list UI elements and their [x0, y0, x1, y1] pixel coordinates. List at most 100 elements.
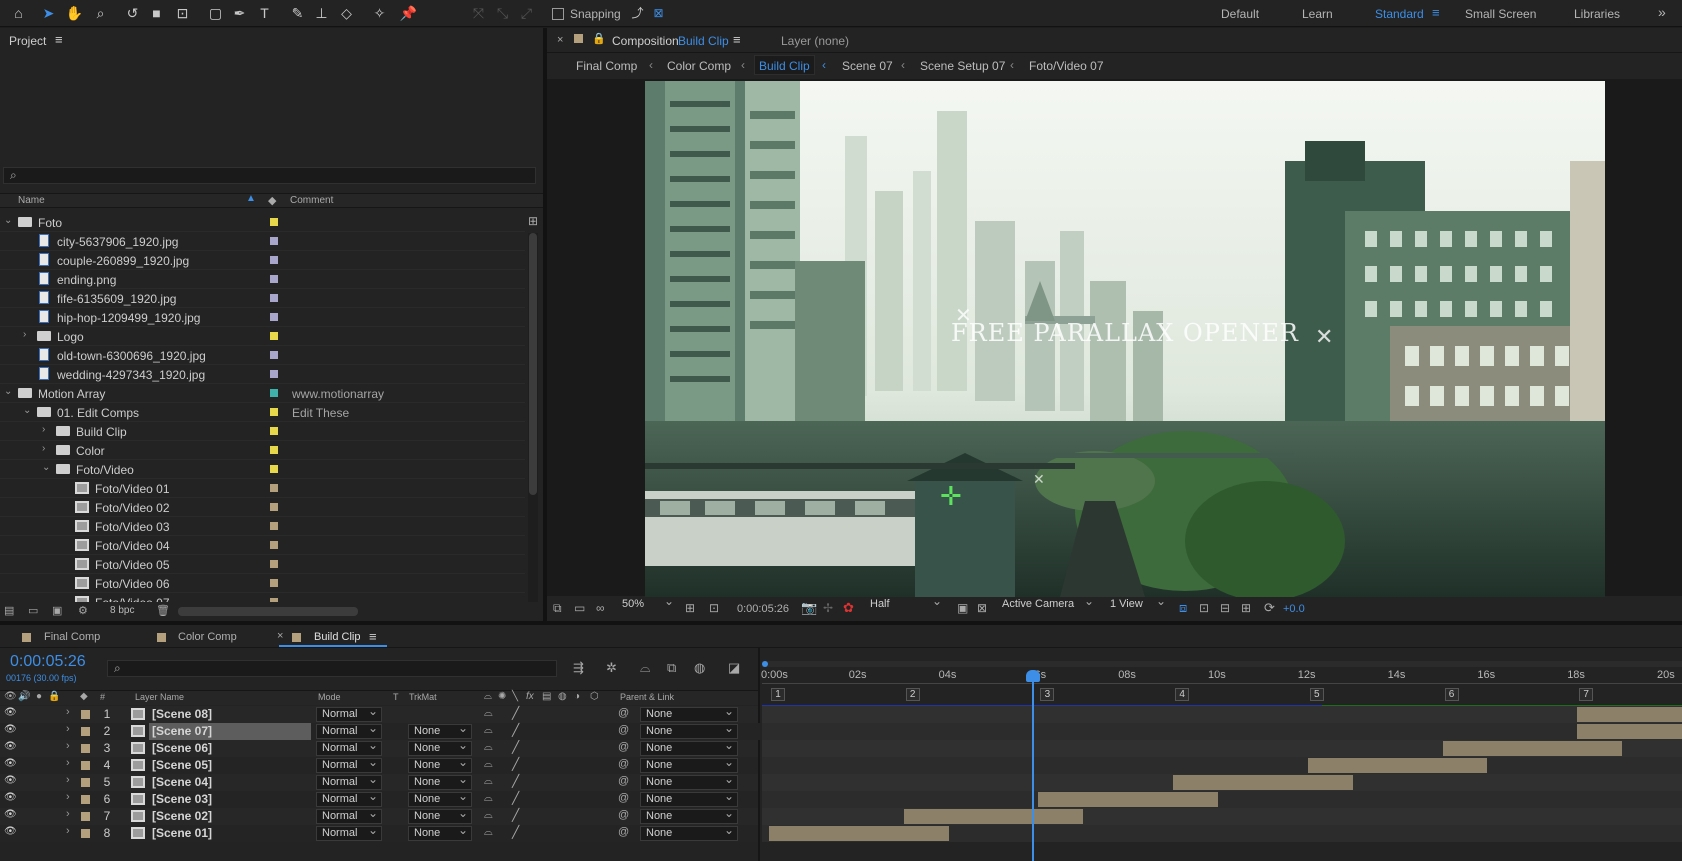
pick-whip-icon[interactable]: @ — [618, 707, 629, 719]
camera-tool-icon[interactable]: ■ — [146, 3, 167, 24]
anchor-point-icon[interactable]: ✛ — [940, 481, 962, 512]
exposure-value[interactable]: +0.0 — [1283, 603, 1305, 615]
comp-marker[interactable]: 2 — [905, 688, 920, 701]
track-matte-dropdown[interactable]: None — [408, 722, 472, 739]
layer-name[interactable]: [Scene 06] — [152, 741, 212, 755]
layer-row[interactable]: 👁 › 5 [Scene 04] Normal None ⌓ ╱ @ None — [0, 773, 760, 791]
layer-row[interactable]: 👁 › 6 [Scene 03] Normal None ⌓ ╱ @ None — [0, 790, 760, 808]
frame-blending-icon[interactable]: ⧉ — [667, 660, 676, 676]
twirl-triangle-icon[interactable]: › — [66, 723, 70, 735]
fit-frame-icon[interactable]: ⊞ — [685, 601, 695, 615]
workspace-learn[interactable]: Learn — [1302, 7, 1333, 21]
timeline-track-row[interactable] — [762, 757, 1682, 774]
pan-behind-tool-icon[interactable]: ⊡ — [172, 3, 193, 24]
project-folder-row[interactable]: › Color — [0, 441, 525, 460]
workspace-small-screen[interactable]: Small Screen — [1465, 7, 1536, 21]
layer-tab[interactable]: Layer (none) — [781, 34, 849, 48]
comp-marker[interactable]: 7 — [1579, 688, 1594, 701]
trkmat-header[interactable]: TrkMat — [409, 692, 437, 702]
graph-editor-icon[interactable]: ◪ — [728, 660, 740, 676]
more-workspaces-icon[interactable]: » — [1658, 4, 1666, 20]
toggle-transparency-icon[interactable]: ▣ — [957, 601, 968, 615]
comp-marker[interactable]: 6 — [1444, 688, 1459, 701]
selection-tool-icon[interactable]: ➤ — [38, 3, 59, 24]
eye-icon[interactable]: 👁 — [4, 792, 17, 803]
label-color-swatch[interactable] — [270, 332, 278, 340]
playhead-handle[interactable] — [1025, 670, 1040, 682]
project-item-row[interactable]: city-5637906_1920.jpg — [0, 232, 525, 251]
reset-exposure-icon[interactable]: ⟳ — [1264, 600, 1275, 616]
breadcrumb-scene-setup-07[interactable]: Scene Setup 07 — [920, 59, 1005, 73]
expand-triangle-icon[interactable]: ⌄ — [4, 386, 12, 397]
layer-label-swatch[interactable] — [81, 795, 90, 804]
breadcrumb-build-clip[interactable]: Build Clip — [754, 55, 815, 75]
layer-label-swatch[interactable] — [81, 778, 90, 787]
label-color-swatch[interactable] — [270, 370, 278, 378]
rectangle-tool-icon[interactable]: ▢ — [205, 3, 226, 24]
track-matte-dropdown[interactable]: None — [408, 807, 472, 824]
quality-switch-icon[interactable]: ╱ — [512, 723, 519, 737]
hand-tool-icon[interactable]: ✋ — [64, 3, 85, 24]
label-color-swatch[interactable] — [270, 484, 278, 492]
mask-view-icon[interactable]: ∞ — [596, 601, 605, 615]
layer-label-swatch[interactable] — [81, 710, 90, 719]
view-layout-dropdown[interactable]: 1 View — [1105, 595, 1169, 613]
collapse-triangle-icon[interactable]: › — [23, 329, 26, 340]
mode-header[interactable]: Mode — [318, 692, 341, 702]
collapse-triangle-icon[interactable]: › — [42, 424, 45, 435]
flowchart-view-icon[interactable]: ⊞ — [1241, 601, 1251, 615]
project-item-row[interactable]: Foto/Video 04 — [0, 536, 525, 555]
label-column-icon[interactable]: ◆ — [268, 194, 276, 207]
layer-duration-bar[interactable] — [1442, 741, 1623, 756]
layer-name[interactable]: [Scene 02] — [152, 809, 212, 823]
pick-whip-icon[interactable]: @ — [618, 775, 629, 787]
project-item-row[interactable]: old-town-6300696_1920.jpg — [0, 346, 525, 365]
layer-name[interactable]: [Scene 07] — [152, 724, 212, 738]
layer-name[interactable]: [Scene 03] — [152, 792, 212, 806]
label-color-swatch[interactable] — [270, 218, 278, 226]
shy-switch-icon[interactable]: ⌓ — [484, 724, 493, 737]
track-matte-dropdown[interactable]: None — [408, 773, 472, 790]
pick-whip-icon[interactable]: @ — [618, 826, 629, 838]
label-color-swatch[interactable] — [270, 560, 278, 568]
project-item-row[interactable]: wedding-4297343_1920.jpg — [0, 365, 525, 384]
eye-icon[interactable]: 👁 — [4, 775, 17, 786]
breadcrumb-color-comp[interactable]: Color Comp — [667, 59, 731, 73]
current-time-indicator[interactable] — [1025, 670, 1040, 861]
project-search-input[interactable]: ⌕ — [3, 167, 536, 184]
parent-dropdown[interactable]: None — [640, 807, 738, 824]
twirl-triangle-icon[interactable]: › — [66, 757, 70, 769]
parent-dropdown[interactable]: None — [640, 773, 738, 790]
resolution-dropdown[interactable]: Half — [865, 595, 945, 613]
layer-row[interactable]: 👁 › 8 [Scene 01] Normal None ⌓ ╱ @ None — [0, 824, 760, 842]
close-tab-icon[interactable]: × — [557, 34, 563, 46]
label-color-swatch[interactable] — [270, 579, 278, 587]
project-item-row[interactable]: ending.png — [0, 270, 525, 289]
label-color-swatch[interactable] — [270, 275, 278, 283]
parent-link-header[interactable]: Parent & Link — [620, 692, 674, 702]
blend-mode-dropdown[interactable]: Normal — [316, 807, 382, 824]
show-snapshot-icon[interactable]: ✢ — [823, 601, 833, 615]
motion-blur-icon[interactable]: ◍ — [694, 660, 705, 676]
panel-menu-icon[interactable]: ≡ — [55, 32, 63, 47]
current-time-display[interactable]: 0:00:05:26 — [10, 653, 86, 671]
quality-switch-icon[interactable]: ╱ — [512, 791, 519, 805]
track-matte-dropdown[interactable]: None — [408, 739, 472, 756]
color-channels-icon[interactable]: ✿ — [843, 600, 854, 616]
quality-switch-icon[interactable]: ╱ — [512, 825, 519, 839]
layer-label-swatch[interactable] — [81, 761, 90, 770]
comp-marker[interactable]: 1 — [771, 688, 785, 701]
shy-switch-icon[interactable]: ⌓ — [484, 758, 493, 771]
blend-mode-dropdown[interactable]: Normal — [316, 722, 382, 739]
blend-mode-dropdown[interactable]: Normal — [316, 756, 382, 773]
interpret-footage-icon[interactable]: ▤ — [4, 604, 14, 617]
snap-features-icon[interactable]: ⊠ — [648, 3, 669, 24]
layer-row[interactable]: 👁 › 7 [Scene 02] Normal None ⌓ ╱ @ None — [0, 807, 760, 825]
project-item-row[interactable]: Foto/Video 03 — [0, 517, 525, 536]
region-icon[interactable]: ⊡ — [709, 601, 719, 615]
expand-triangle-icon[interactable]: ⌄ — [42, 462, 50, 473]
new-composition-icon[interactable]: ▣ — [52, 604, 62, 617]
camera-dropdown[interactable]: Active Camera — [997, 595, 1097, 613]
home-icon[interactable]: ⌂ — [8, 3, 29, 24]
pen-tool-icon[interactable]: ✒ — [229, 3, 250, 24]
